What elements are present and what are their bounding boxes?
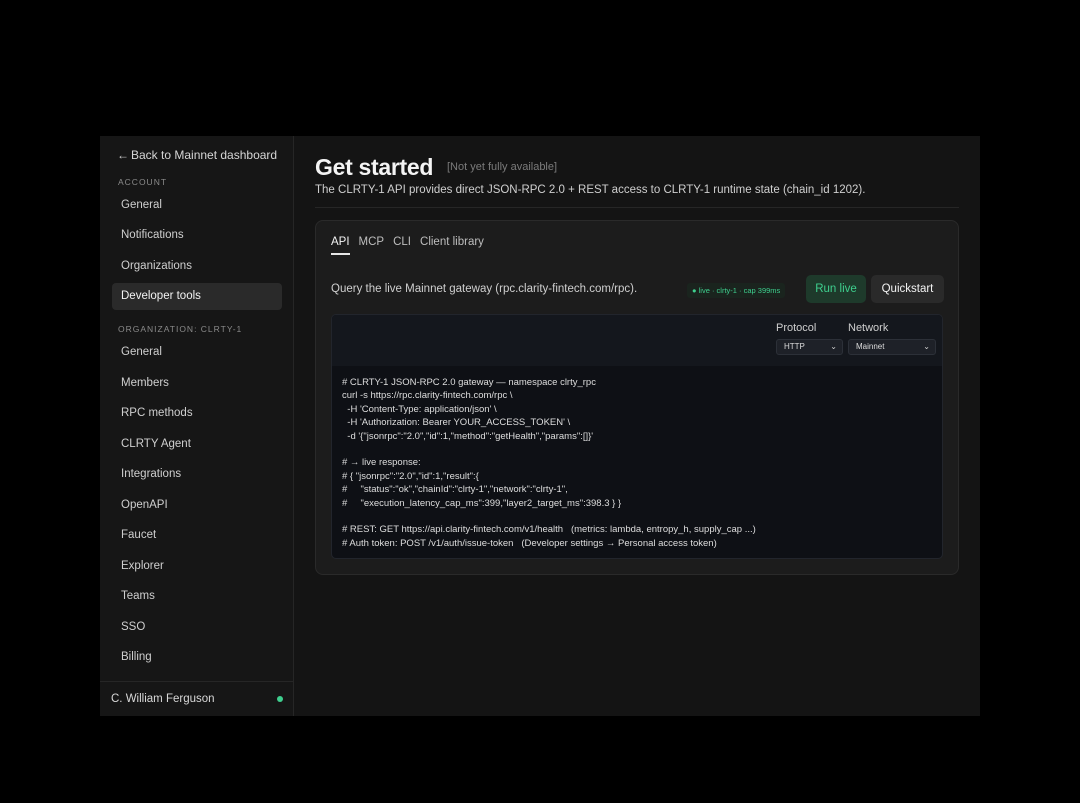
protocol-select[interactable]: HTTP ⌄ xyxy=(776,339,843,355)
sidebar-item-openapi[interactable]: OpenAPI xyxy=(112,492,282,519)
sidebar-item-notifications[interactable]: Notifications xyxy=(112,222,282,249)
page-title: Get started xyxy=(315,154,434,180)
code-toolbar: Protocol HTTP ⌄ Network Mainnet ⌄ xyxy=(332,315,942,366)
sidebar-item-org-general[interactable]: General xyxy=(112,339,282,366)
availability-tag: [Not yet fully available] xyxy=(447,161,558,173)
header-divider xyxy=(315,207,959,208)
quickstart-button[interactable]: Quickstart xyxy=(871,275,944,303)
chevron-down-icon: ⌄ xyxy=(830,342,837,351)
main-content: Get started [Not yet fully available] Th… xyxy=(294,136,980,716)
sidebar-item-faucet[interactable]: Faucet xyxy=(112,522,282,549)
sidebar-item-organizations[interactable]: Organizations xyxy=(112,253,282,280)
tab-mcp[interactable]: MCP xyxy=(359,236,385,255)
sidebar-item-integrations[interactable]: Integrations xyxy=(112,461,282,488)
back-link-label: Back to Mainnet dashboard xyxy=(131,148,278,162)
sidebar-item-billing[interactable]: Billing xyxy=(112,644,282,671)
sidebar-item-explorer[interactable]: Explorer xyxy=(112,553,282,580)
arrow-left-icon: ← xyxy=(117,148,129,162)
network-value: Mainnet xyxy=(856,342,885,351)
settings-window: ← Back to Mainnet dashboard ACCOUNT Gene… xyxy=(100,136,980,716)
back-to-dashboard-link[interactable]: ← Back to Mainnet dashboard xyxy=(117,148,277,162)
sidebar: ← Back to Mainnet dashboard ACCOUNT Gene… xyxy=(100,136,294,716)
protocol-label: Protocol xyxy=(776,322,817,334)
sidebar-item-developer-tools[interactable]: Developer tools xyxy=(112,283,282,310)
sidebar-item-rpc-methods[interactable]: RPC methods xyxy=(112,400,282,427)
code-snippet: # CLRTY-1 JSON-RPC 2.0 gateway — namespa… xyxy=(342,377,756,549)
tab-client-library[interactable]: Client library xyxy=(420,236,484,255)
protocol-value: HTTP xyxy=(784,342,805,351)
live-status-badge: ● live · clrty-1 · cap 399ms xyxy=(687,283,786,298)
chevron-down-icon: ⌄ xyxy=(923,342,930,351)
sidebar-item-members[interactable]: Members xyxy=(112,370,282,397)
sidebar-item-sso[interactable]: SSO xyxy=(112,614,282,641)
sidebar-item-clrty-agent[interactable]: CLRTY Agent xyxy=(112,431,282,458)
query-description: Query the live Mainnet gateway (rpc.clar… xyxy=(331,283,638,295)
sidebar-item-general[interactable]: General xyxy=(112,192,282,219)
tab-cli[interactable]: CLI xyxy=(393,236,411,255)
sidebar-item-teams[interactable]: Teams xyxy=(112,583,282,610)
tab-bar: API MCP CLI Client library xyxy=(331,236,484,255)
run-live-button[interactable]: Run live xyxy=(806,275,866,303)
code-panel: Protocol HTTP ⌄ Network Mainnet ⌄ # CLRT… xyxy=(331,314,943,559)
online-status-icon xyxy=(277,696,283,702)
user-footer[interactable]: C. William Ferguson xyxy=(100,681,293,716)
organization-section-label: ORGANIZATION: CLRTY-1 xyxy=(118,324,243,334)
network-label: Network xyxy=(848,322,889,334)
account-section-label: ACCOUNT xyxy=(118,177,168,187)
user-name: C. William Ferguson xyxy=(111,693,215,705)
tab-api[interactable]: API xyxy=(331,236,350,255)
network-select[interactable]: Mainnet ⌄ xyxy=(848,339,936,355)
api-card: API MCP CLI Client library Query the liv… xyxy=(315,220,959,575)
page-description: The CLRTY-1 API provides direct JSON-RPC… xyxy=(315,184,866,196)
